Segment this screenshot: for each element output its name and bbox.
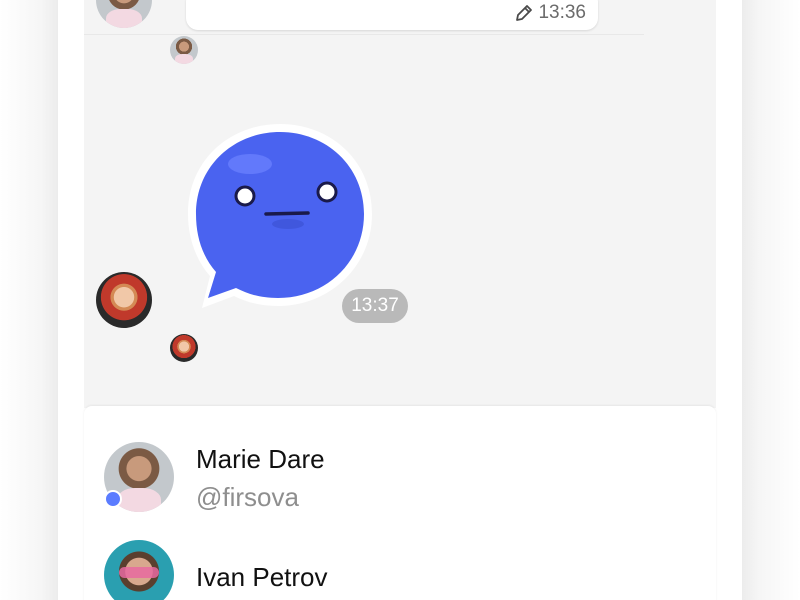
sticker-message[interactable] — [180, 116, 380, 316]
list-item[interactable]: Ivan Petrov — [84, 540, 716, 600]
user-handle: @firsova — [196, 482, 299, 512]
user-name: Ivan Petrov — [196, 562, 328, 592]
sender-avatar-girl[interactable] — [96, 272, 152, 328]
speech-bubble-face-sticker — [188, 124, 372, 308]
pencil-icon — [516, 5, 533, 21]
message-time: 13:36 — [538, 2, 586, 23]
page-margin-right — [742, 0, 800, 600]
sticker-time: 13:37 — [351, 295, 399, 316]
message-bubble[interactable]: 13:36 — [186, 0, 598, 30]
message-meta: 13:36 — [514, 2, 586, 24]
sticker-time-badge: 13:37 — [342, 289, 408, 323]
sender-avatar-marie[interactable] — [96, 0, 152, 28]
online-status-dot — [104, 490, 122, 508]
mention-suggestions: Marie Dare @firsova Ivan Petrov — [84, 406, 716, 600]
read-receipt-avatar-girl — [170, 334, 198, 362]
message-history[interactable]: 13:36 13:37 — [84, 0, 716, 408]
message-divider — [84, 34, 644, 35]
avatar — [104, 540, 174, 600]
user-name: Marie Dare — [196, 444, 325, 474]
page-margin-left — [0, 0, 58, 600]
list-item[interactable]: Marie Dare @firsova — [84, 440, 716, 520]
chat-screen: 13:36 13:37 Marie Dare @firsova Ivan Pet… — [58, 0, 742, 600]
read-receipt-avatar-marie — [170, 36, 198, 64]
